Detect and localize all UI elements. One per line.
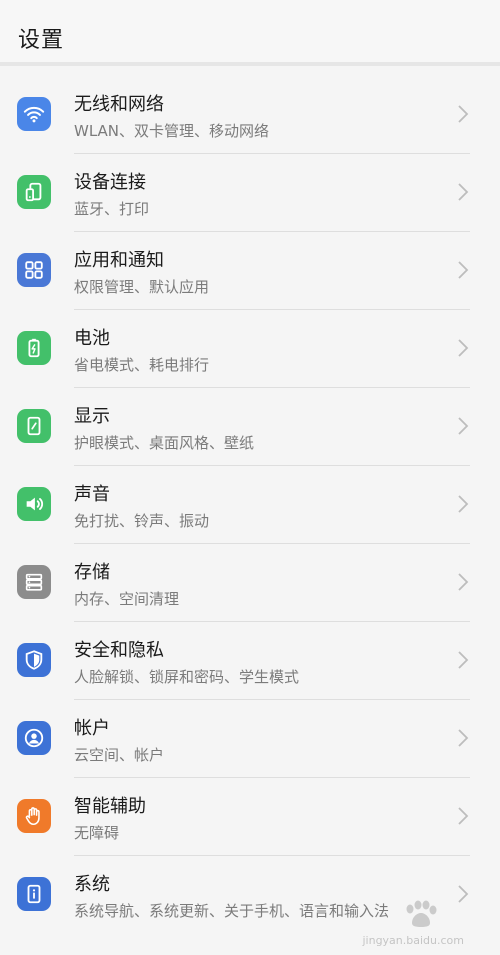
settings-item-title: 安全和隐私	[74, 640, 164, 661]
account-icon	[17, 721, 51, 755]
settings-item-title: 应用和通知	[74, 250, 164, 271]
settings-item-subtitle: 系统导航、系统更新、关于手机、语言和输入法	[74, 902, 390, 920]
settings-item-battery[interactable]: 电池 省电模式、耗电排行	[0, 310, 500, 388]
settings-item-title: 设备连接	[74, 172, 146, 193]
settings-item-title: 帐户	[74, 718, 110, 739]
settings-item-account[interactable]: 帐户 云空间、帐户	[0, 700, 500, 778]
settings-item-title: 无线和网络	[74, 94, 164, 115]
settings-item-smart-assistance[interactable]: 智能辅助 无障碍	[0, 778, 500, 856]
chevron-right-icon	[458, 339, 469, 357]
settings-item-security-privacy[interactable]: 安全和隐私 人脸解锁、锁屏和密码、学生模式	[0, 622, 500, 700]
settings-item-subtitle: WLAN、双卡管理、移动网络	[74, 122, 270, 140]
storage-icon	[17, 565, 51, 599]
chevron-right-icon	[458, 651, 469, 669]
chevron-right-icon	[458, 183, 469, 201]
wifi-icon	[17, 97, 51, 131]
settings-list: 无线和网络 WLAN、双卡管理、移动网络 设备连接 蓝牙、打印 应用和通知 权限…	[0, 76, 500, 946]
settings-item-title: 系统	[74, 874, 110, 895]
settings-item-subtitle: 省电模式、耗电排行	[74, 356, 210, 374]
hand-icon	[17, 799, 51, 833]
settings-item-device-connection[interactable]: 设备连接 蓝牙、打印	[0, 154, 500, 232]
settings-item-sound[interactable]: 声音 免打扰、铃声、振动	[0, 466, 500, 544]
settings-item-subtitle: 人脸解锁、锁屏和密码、学生模式	[74, 668, 300, 686]
settings-item-apps-notifications[interactable]: 应用和通知 权限管理、默认应用	[0, 232, 500, 310]
device-connection-icon	[17, 175, 51, 209]
chevron-right-icon	[458, 729, 469, 747]
battery-icon	[17, 331, 51, 365]
chevron-right-icon	[458, 885, 469, 903]
settings-item-subtitle: 无障碍	[74, 824, 120, 842]
chevron-right-icon	[458, 573, 469, 591]
settings-item-subtitle: 内存、空间清理	[74, 590, 180, 608]
app-header: 设置	[0, 0, 500, 66]
sound-icon	[17, 487, 51, 521]
settings-item-subtitle: 云空间、帐户	[74, 746, 165, 764]
settings-item-title: 声音	[74, 484, 110, 505]
chevron-right-icon	[458, 261, 469, 279]
settings-item-subtitle: 护眼模式、桌面风格、壁纸	[74, 434, 255, 452]
settings-item-subtitle: 权限管理、默认应用	[74, 278, 210, 296]
apps-icon	[17, 253, 51, 287]
settings-item-title: 存储	[74, 562, 110, 583]
page-title: 设置	[18, 28, 65, 53]
chevron-right-icon	[458, 417, 469, 435]
system-icon	[17, 877, 51, 911]
settings-item-display[interactable]: 显示 护眼模式、桌面风格、壁纸	[0, 388, 500, 466]
chevron-right-icon	[458, 807, 469, 825]
settings-item-storage[interactable]: 存储 内存、空间清理	[0, 544, 500, 622]
display-icon	[17, 409, 51, 443]
chevron-right-icon	[458, 495, 469, 513]
settings-item-subtitle: 免打扰、铃声、振动	[74, 512, 210, 530]
baidu-paw-icon	[406, 900, 437, 927]
settings-item-title: 智能辅助	[74, 796, 146, 817]
settings-item-subtitle: 蓝牙、打印	[74, 200, 150, 218]
watermark-text: jingyan.baidu.com	[362, 934, 464, 947]
settings-item-title: 电池	[74, 328, 110, 349]
shield-icon	[17, 643, 51, 677]
settings-item-title: 显示	[74, 406, 110, 427]
chevron-right-icon	[458, 105, 469, 123]
settings-item-wireless-network[interactable]: 无线和网络 WLAN、双卡管理、移动网络	[0, 76, 500, 154]
